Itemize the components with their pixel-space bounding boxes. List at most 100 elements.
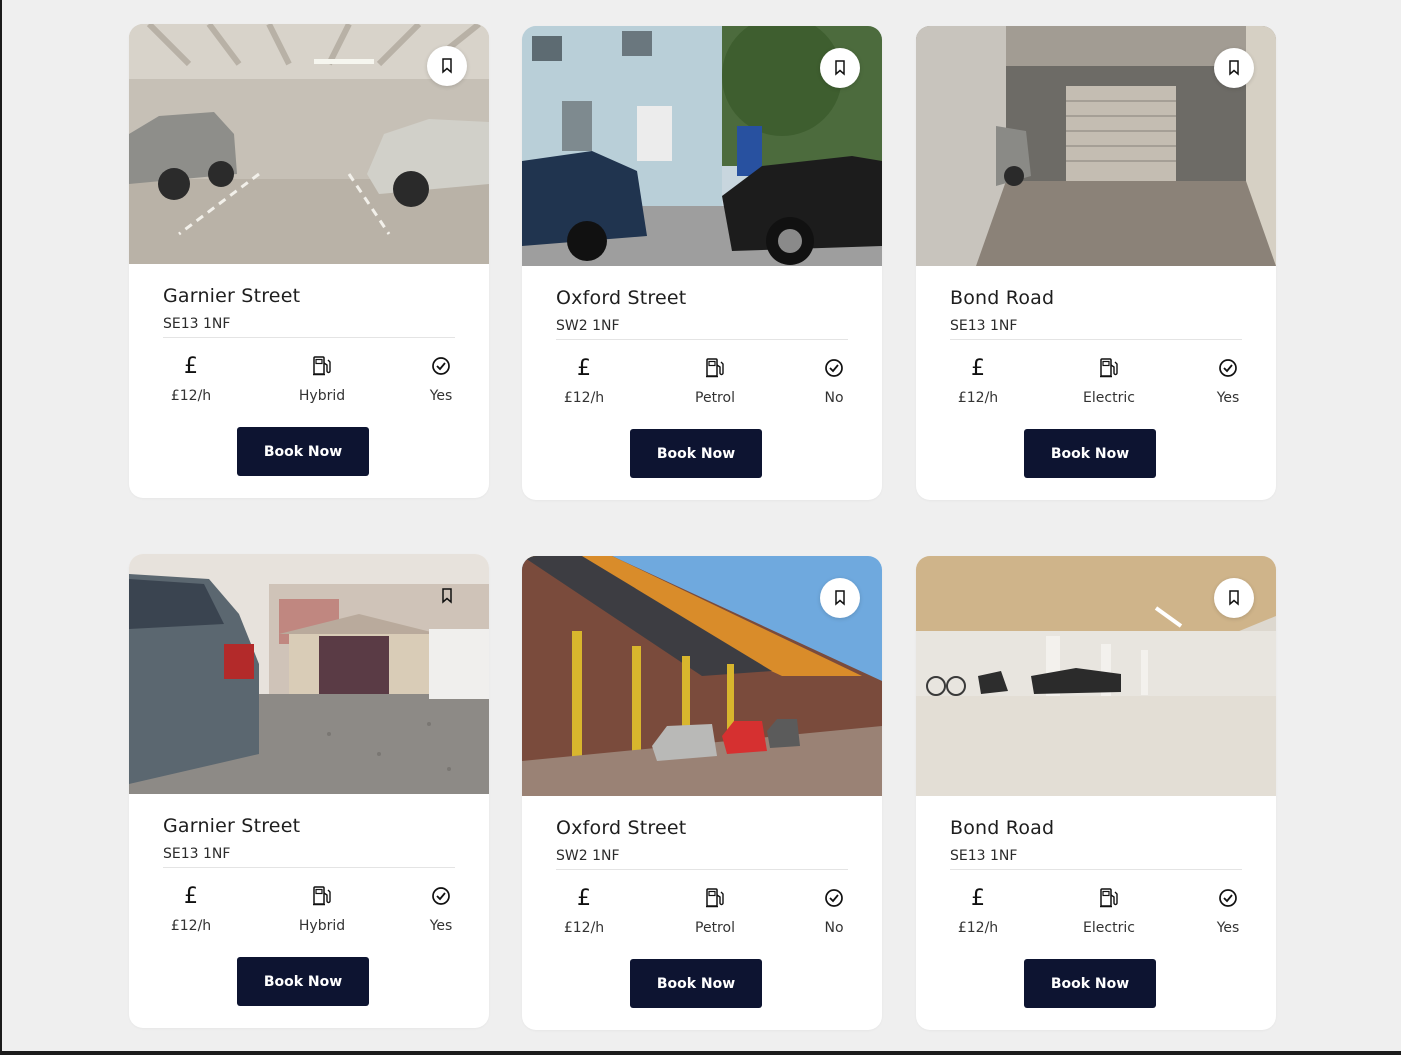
book-now-button[interactable]: Book Now [1024,959,1156,1008]
availability-feature: Yes [396,354,486,404]
listing-title: Oxford Street [556,287,687,309]
fuel-pump-icon [670,886,760,910]
bookmark-button[interactable] [427,576,467,616]
book-now-button[interactable]: Book Now [1024,429,1156,478]
bookmark-icon [1229,60,1239,76]
price-label: £12/h [170,918,212,934]
bookmark-button[interactable] [1214,48,1254,88]
price-label: £12/h [563,920,605,936]
fuel-label: Electric [1083,390,1135,406]
check-circle-icon [396,884,486,908]
check-circle-icon [789,886,879,910]
divider [163,337,455,338]
availability-label: No [824,920,844,936]
availability-label: Yes [1216,920,1240,936]
price-feature: £ £12/h [539,885,629,937]
listing-postcode: SE13 1NF [950,318,1018,334]
fuel-pump-icon [277,354,367,378]
book-now-button[interactable]: Book Now [237,957,369,1006]
price-feature: £ £12/h [933,355,1023,407]
fuel-pump-icon [1064,356,1154,380]
fuel-label: Petrol [695,390,735,406]
parking-card: Bond Road SE13 1NF £ £12/h Electric Yes … [916,26,1276,500]
parking-listing-grid: Garnier Street SE13 1NF £ £12/h Hybrid Y… [0,0,1401,1055]
parking-card: Garnier Street SE13 1NF £ £12/h Hybrid Y… [129,554,489,1028]
listing-title: Bond Road [950,287,1055,309]
fuel-label: Petrol [695,920,735,936]
fuel-pump-icon [670,356,760,380]
listing-postcode: SW2 1NF [556,318,620,334]
price-feature: £ £12/h [539,355,629,407]
parking-photo [916,26,1276,266]
pound-icon: £ [184,353,198,379]
bookmark-icon [835,60,845,76]
bookmark-icon [835,590,845,606]
fuel-pump-icon [1064,886,1154,910]
fuel-feature: Electric [1064,886,1154,936]
parking-photo [916,556,1276,796]
availability-feature: Yes [1183,356,1273,406]
fuel-label: Electric [1083,920,1135,936]
bookmark-button[interactable] [820,578,860,618]
check-circle-icon [789,356,879,380]
availability-label: Yes [1216,390,1240,406]
book-now-button[interactable]: Book Now [630,429,762,478]
fuel-pump-icon [277,884,367,908]
pound-icon: £ [184,883,198,909]
pound-icon: £ [577,355,591,381]
price-feature: £ £12/h [146,353,236,405]
availability-label: Yes [429,918,453,934]
availability-feature: No [789,356,879,406]
parking-photo [129,24,489,264]
price-label: £12/h [563,390,605,406]
price-label: £12/h [170,388,212,404]
parking-card: Oxford Street SW2 1NF £ £12/h Petrol No … [522,26,882,500]
listing-title: Bond Road [950,817,1055,839]
price-label: £12/h [957,390,999,406]
parking-photo [522,556,882,796]
listing-postcode: SE13 1NF [950,848,1018,864]
check-circle-icon [396,354,486,378]
bookmark-icon [442,58,452,74]
bookmark-button[interactable] [427,46,467,86]
pound-icon: £ [971,355,985,381]
price-label: £12/h [957,920,999,936]
availability-feature: Yes [396,884,486,934]
listing-title: Garnier Street [163,285,301,307]
availability-label: Yes [429,388,453,404]
availability-feature: No [789,886,879,936]
parking-card: Oxford Street SW2 1NF £ £12/h Petrol No … [522,556,882,1030]
fuel-feature: Petrol [670,886,760,936]
listing-postcode: SW2 1NF [556,848,620,864]
check-circle-icon [1183,356,1273,380]
fuel-label: Hybrid [298,918,346,934]
listing-postcode: SE13 1NF [163,846,231,862]
availability-feature: Yes [1183,886,1273,936]
listing-postcode: SE13 1NF [163,316,231,332]
book-now-button[interactable]: Book Now [237,427,369,476]
parking-card: Garnier Street SE13 1NF £ £12/h Hybrid Y… [129,24,489,498]
bookmark-icon [1229,590,1239,606]
fuel-label: Hybrid [298,388,346,404]
pound-icon: £ [577,885,591,911]
price-feature: £ £12/h [933,885,1023,937]
parking-card: Bond Road SE13 1NF £ £12/h Electric Yes … [916,556,1276,1030]
bookmark-button[interactable] [1214,578,1254,618]
divider [556,869,848,870]
fuel-feature: Hybrid [277,884,367,934]
parking-photo [522,26,882,266]
availability-label: No [824,390,844,406]
parking-photo [129,554,489,794]
fuel-feature: Petrol [670,356,760,406]
fuel-feature: Electric [1064,356,1154,406]
divider [950,869,1242,870]
listing-title: Garnier Street [163,815,301,837]
pound-icon: £ [971,885,985,911]
divider [556,339,848,340]
fuel-feature: Hybrid [277,354,367,404]
price-feature: £ £12/h [146,883,236,935]
bookmark-button[interactable] [820,48,860,88]
listing-title: Oxford Street [556,817,687,839]
book-now-button[interactable]: Book Now [630,959,762,1008]
check-circle-icon [1183,886,1273,910]
